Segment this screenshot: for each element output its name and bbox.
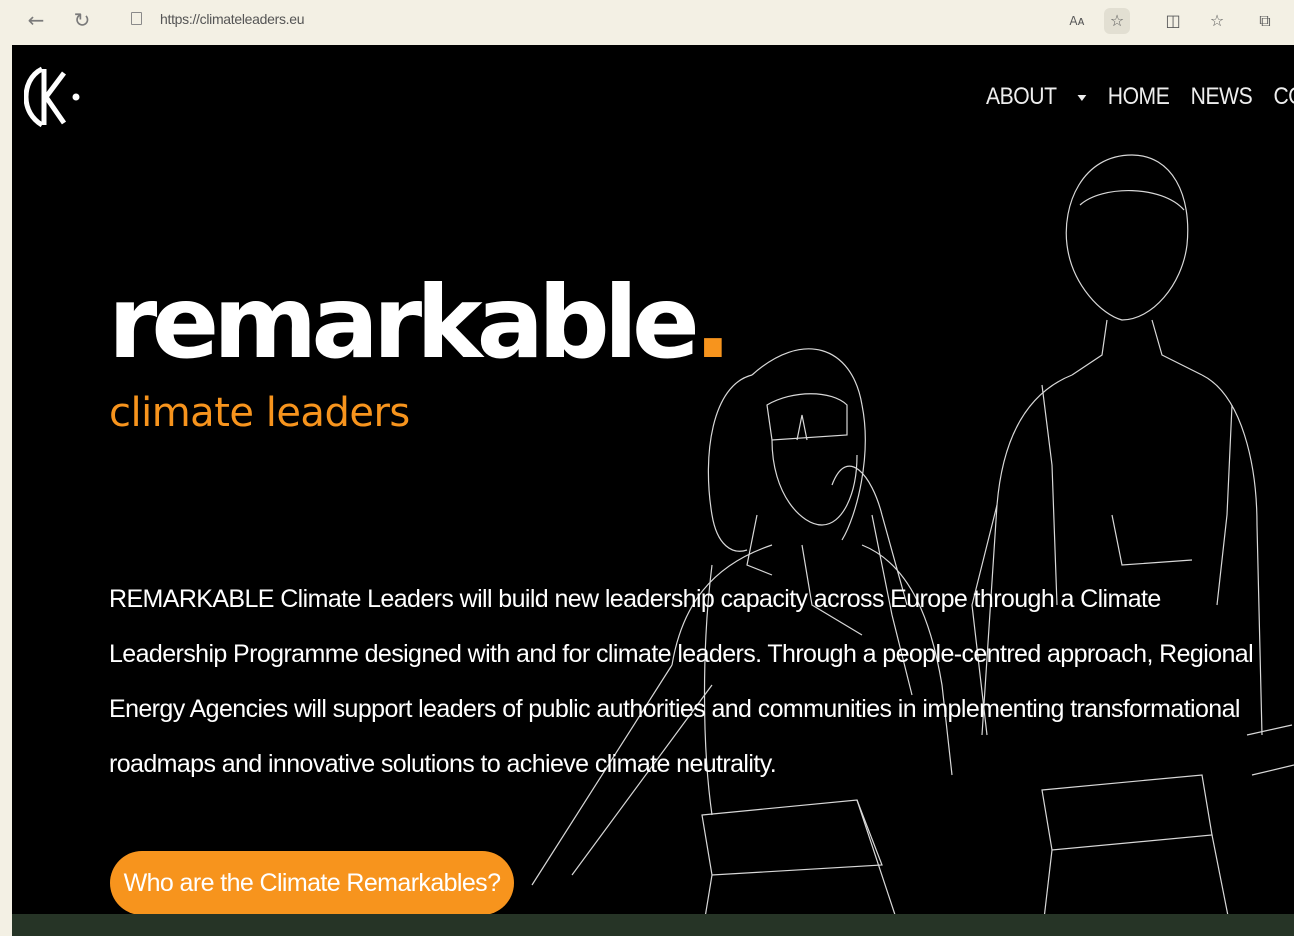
address-bar-url[interactable]: https://climateleaders.eu [160, 11, 305, 27]
reload-icon[interactable]: ↻ [70, 8, 94, 32]
brand-subtitle: climate leaders [109, 390, 410, 436]
hero-description: REMARKABLE Climate Leaders will build ne… [109, 585, 1254, 778]
website-page: ABOUT HOME NEWS CONT remarkable. climate… [12, 45, 1294, 936]
favorite-star-icon[interactable]: ☆ [1104, 8, 1130, 34]
page-info-icon[interactable] [131, 12, 142, 25]
climate-remarkables-button[interactable]: Who are the Climate Remarkables? [110, 851, 514, 915]
browser-toolbar: ← ↻ https://climateleaders.eu Aᴀ ☆ ◫ ☆ ⧉ [0, 0, 1294, 44]
site-logo[interactable] [24, 61, 80, 133]
nav-item-news[interactable]: NEWS [1191, 83, 1253, 111]
back-arrow-icon[interactable]: ← [24, 8, 48, 32]
brand-wordmark: remarkable. [108, 264, 732, 381]
nav-item-about[interactable]: ABOUT [986, 83, 1087, 111]
nav-item-home[interactable]: HOME [1108, 83, 1170, 111]
favorites-list-icon[interactable]: ☆ [1204, 8, 1230, 34]
section-divider-strip [12, 914, 1294, 936]
split-screen-icon[interactable]: ◫ [1160, 8, 1186, 34]
nav-item-contact[interactable]: CONT [1273, 83, 1294, 111]
line-art-illustration [531, 154, 1294, 936]
collections-icon[interactable]: ⧉ [1252, 8, 1278, 34]
read-aloud-icon[interactable]: Aᴀ [1064, 8, 1090, 34]
dropdown-caret-icon [1077, 94, 1087, 101]
main-navigation: ABOUT HOME NEWS CONT [986, 83, 1294, 111]
brand-dot: . [693, 264, 732, 381]
